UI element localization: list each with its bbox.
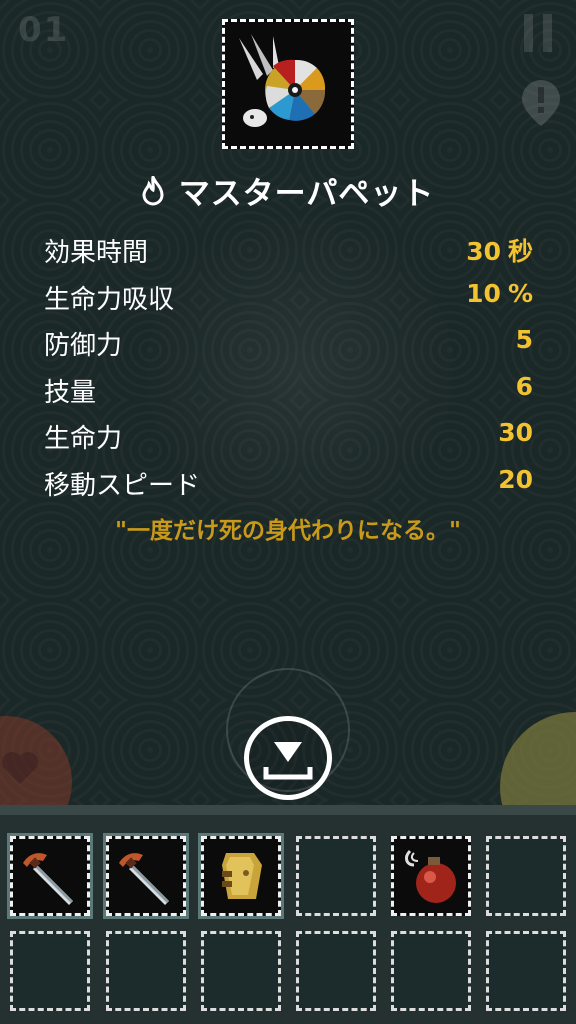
stat-label: 移動スピード: [44, 470, 201, 501]
stat-label: 生命力: [44, 424, 123, 455]
inventory-slot-6[interactable]: [486, 836, 566, 916]
stat-value: 6: [516, 372, 533, 401]
inventory-slot-5[interactable]: [391, 836, 471, 916]
flame-icon: [142, 170, 164, 206]
exclamation-marker-icon[interactable]: [520, 78, 562, 128]
item-flavor-quote: "一度だけ死の身代わりになる。": [115, 518, 461, 544]
inventory-slot-2[interactable]: [106, 836, 186, 916]
stat-label: 効果時間: [44, 238, 149, 268]
red-potion-icon: [405, 849, 456, 903]
stat-label: 技量: [44, 377, 97, 408]
stat-row-skill: 技量 6: [44, 366, 533, 413]
stat-number: 10: [466, 278, 501, 308]
inventory-slot-12[interactable]: [486, 931, 566, 1011]
stat-number: 30: [466, 237, 501, 266]
stat-value: 5: [516, 325, 533, 354]
stat-number: 20: [498, 464, 533, 494]
inventory-slot-10[interactable]: [296, 931, 376, 1011]
heart-icon: [0, 748, 40, 788]
inventory-slot-9[interactable]: [201, 931, 281, 1011]
stat-number: 6: [515, 371, 533, 401]
pause-bar-right: [543, 14, 552, 52]
item-stats-list: 効果時間 30 秒 生命力吸収 10% 防御力 5 技量 6 生命力 30 移動ス…: [44, 226, 533, 506]
stat-number: 30: [498, 418, 533, 448]
master-puppet-icon: [233, 30, 343, 138]
stat-number: 5: [515, 325, 533, 355]
item-name: マスターパペット: [178, 176, 435, 212]
gold-armor-icon: [222, 853, 262, 899]
item-title-row: マスターパペット: [0, 168, 576, 212]
inventory-bar: [0, 805, 576, 1024]
inventory-slot-1[interactable]: [10, 836, 90, 916]
inventory-slot-4[interactable]: [296, 836, 376, 916]
level-number: 01: [18, 10, 70, 50]
stat-row-vitality: 生命力 30: [44, 412, 533, 459]
dagger-icon: [119, 853, 169, 905]
stat-row-defense: 防御力 5: [44, 319, 533, 366]
stat-label: 生命力吸収: [44, 284, 175, 315]
stat-row-move-speed: 移動スピード 20: [44, 459, 533, 506]
stat-value: 30 秒: [466, 232, 533, 268]
inventory-slot-3[interactable]: [201, 836, 281, 916]
stat-value: 20: [498, 465, 533, 494]
stat-row-life-steal: 生命力吸収 10%: [44, 273, 533, 320]
item-icon-frame: [222, 19, 354, 149]
stat-unit: 秒: [507, 237, 533, 266]
inventory-slot-11[interactable]: [391, 931, 471, 1011]
inventory-slot-8[interactable]: [106, 931, 186, 1011]
stat-unit: %: [507, 278, 533, 308]
dagger-icon: [23, 853, 73, 905]
stat-value: 30: [498, 418, 533, 447]
drop-item-button[interactable]: [244, 716, 332, 800]
stat-value: 10%: [466, 279, 533, 308]
pause-bar-left: [524, 14, 533, 52]
stat-label: 防御力: [44, 331, 123, 362]
inventory-slot-7[interactable]: [10, 931, 90, 1011]
drop-down-icon: [263, 742, 313, 780]
pause-button[interactable]: [524, 14, 554, 52]
stat-row-duration: 効果時間 30 秒: [44, 226, 533, 273]
